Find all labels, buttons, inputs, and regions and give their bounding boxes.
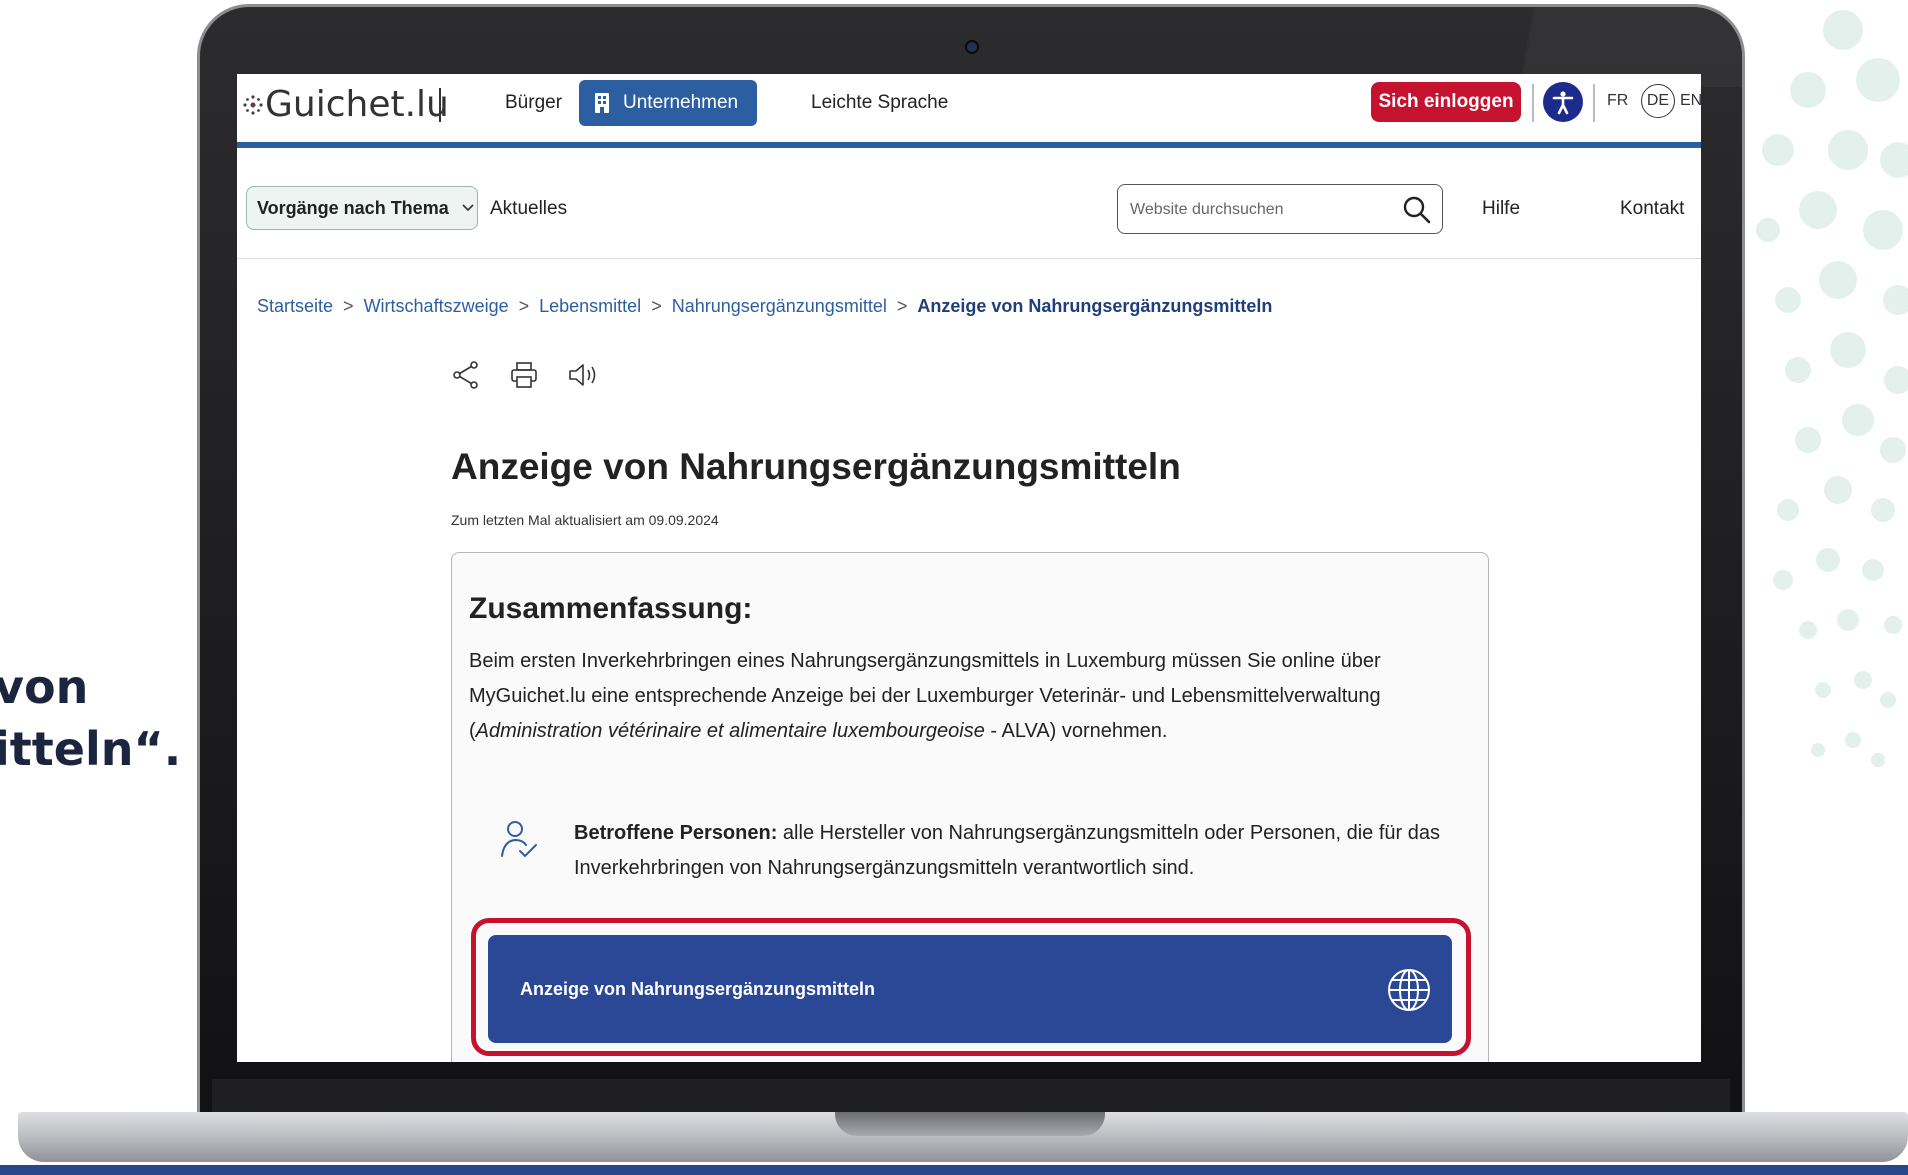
- summary-text-italic: Administration vétérinaire et alimentair…: [475, 720, 985, 742]
- side-caption-line-2: itteln“.: [0, 722, 182, 776]
- breadcrumb-item-lebensmittel[interactable]: Lebensmittel: [539, 296, 641, 317]
- affected-persons-label: Betroffene Personen:: [574, 822, 778, 844]
- breadcrumb-separator: >: [651, 296, 662, 316]
- print-icon[interactable]: [509, 360, 539, 390]
- language-fr[interactable]: FR: [1607, 92, 1628, 110]
- topics-dropdown[interactable]: Vorgänge nach Thema: [246, 186, 478, 230]
- read-aloud-icon[interactable]: [567, 360, 601, 390]
- online-procedure-button[interactable]: Anzeige von Nahrungsergänzungsmitteln: [488, 935, 1452, 1043]
- search-icon[interactable]: [1402, 195, 1432, 225]
- breadcrumb-separator: >: [518, 296, 530, 316]
- side-caption-line-1: von: [0, 660, 89, 714]
- nav-link-kontakt[interactable]: Kontakt: [1620, 198, 1684, 220]
- building-icon: [595, 93, 609, 113]
- person-check-icon: [501, 821, 537, 858]
- breadcrumb-item-startseite[interactable]: Startseite: [257, 296, 333, 317]
- nav-tab-unternehmen-label: Unternehmen: [623, 92, 739, 113]
- breadcrumb-item-wirtschaftszweige[interactable]: Wirtschaftszweige: [364, 296, 509, 317]
- accessibility-button[interactable]: [1543, 82, 1583, 122]
- logo-dots-icon: [243, 94, 263, 115]
- webcam-icon: [965, 40, 979, 54]
- top-navigation-bar: Guichet.lu Bürger Unternehmen Leichte Sp…: [237, 74, 1701, 148]
- page-title: Anzeige von Nahrungsergänzungsmitteln: [451, 446, 1181, 487]
- summary-text: Beim ersten Inverkehrbringen eines Nahru…: [469, 644, 1469, 749]
- online-procedure-button-label: Anzeige von Nahrungsergänzungsmitteln: [520, 978, 876, 999]
- summary-heading: Zusammenfassung:: [469, 592, 753, 625]
- logo-text: Guichet.lu: [265, 84, 449, 125]
- accessibility-icon: [1552, 91, 1574, 115]
- nav-tab-buerger[interactable]: Bürger: [505, 92, 562, 114]
- site-logo[interactable]: Guichet.lu: [241, 84, 449, 125]
- language-en[interactable]: EN: [1680, 92, 1701, 110]
- language-de[interactable]: DE: [1641, 84, 1675, 118]
- nav-link-hilfe[interactable]: Hilfe: [1482, 198, 1520, 220]
- search-box: [1117, 184, 1443, 234]
- share-icon[interactable]: [451, 360, 481, 390]
- breadcrumb-item-nahrungsergaenzungsmittel[interactable]: Nahrungsergänzungsmittel: [672, 296, 887, 317]
- nav-link-aktuelles[interactable]: Aktuelles: [490, 198, 567, 220]
- laptop-bottom-bezel: [212, 1079, 1730, 1113]
- page-tools: [451, 360, 601, 390]
- affected-persons-text: Betroffene Personen: alle Hersteller von…: [574, 816, 1464, 886]
- side-caption: von itteln“.: [0, 656, 181, 780]
- topics-dropdown-label: Vorgänge nach Thema: [257, 197, 449, 218]
- logo-divider: [439, 88, 441, 122]
- breadcrumb-item-current: Anzeige von Nahrungsergänzungsmitteln: [917, 296, 1273, 316]
- nav-tab-leichte-sprache[interactable]: Leichte Sprache: [811, 92, 948, 114]
- language-de-label: DE: [1646, 92, 1670, 109]
- search-input[interactable]: [1128, 195, 1392, 225]
- laptop-opening-notch: [835, 1112, 1105, 1136]
- login-button[interactable]: Sich einloggen: [1371, 82, 1521, 122]
- nav-tab-unternehmen[interactable]: Unternehmen: [579, 80, 757, 126]
- last-updated-text: Zum letzten Mal aktualisiert am 09.09.20…: [451, 512, 719, 528]
- bottom-accent-strip: [0, 1165, 1908, 1175]
- breadcrumb-separator: >: [896, 296, 908, 316]
- browser-screen: Guichet.lu Bürger Unternehmen Leichte Sp…: [237, 74, 1701, 1062]
- header-divider: [1593, 84, 1595, 122]
- breadcrumb-separator: >: [343, 296, 354, 316]
- breadcrumb: Startseite > Wirtschaftszweige > Lebensm…: [257, 296, 1272, 317]
- chevron-down-icon: [462, 204, 474, 212]
- globe-icon: [1388, 969, 1430, 1011]
- header-divider: [1532, 84, 1534, 122]
- summary-text-part-2: - ALVA) vornehmen.: [984, 720, 1168, 742]
